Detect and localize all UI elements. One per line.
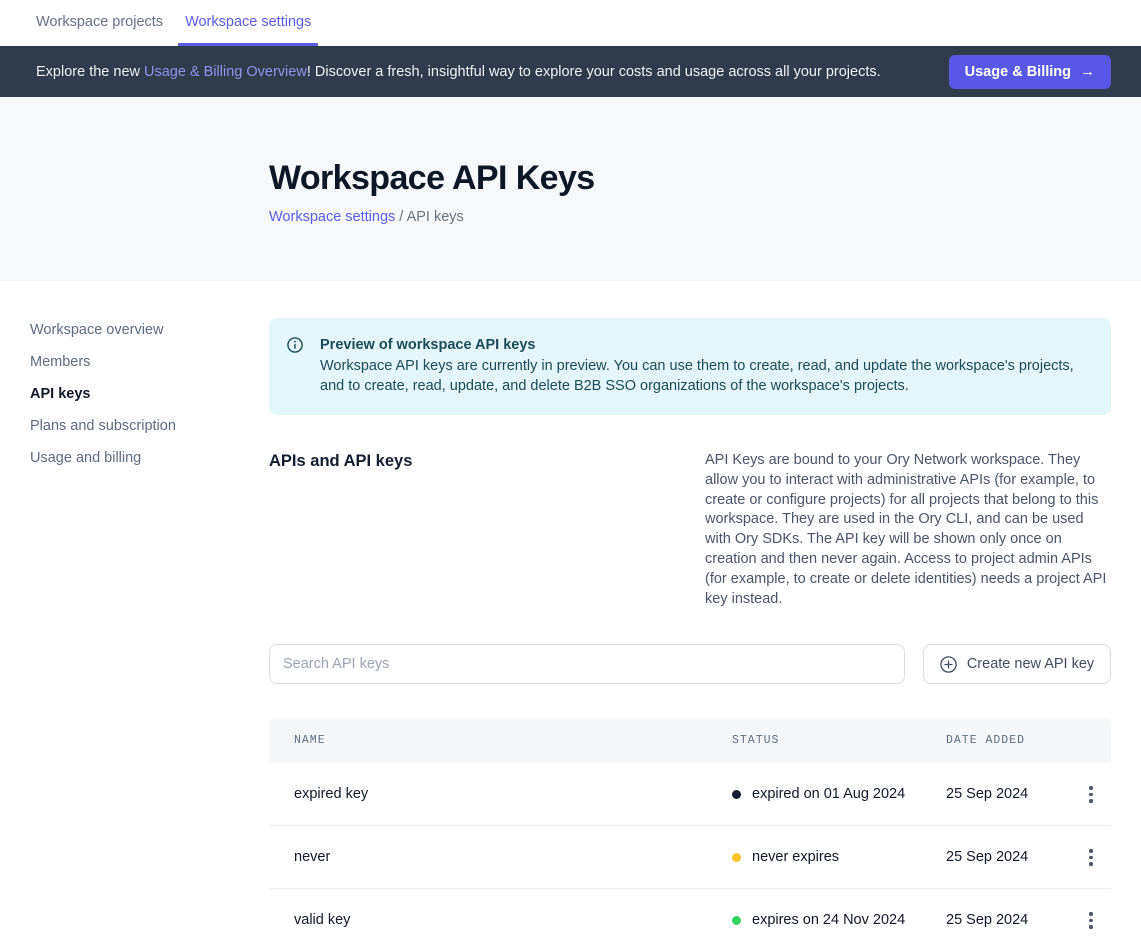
create-api-key-button[interactable]: Create new API key bbox=[923, 644, 1111, 684]
tab-workspace-settings[interactable]: Workspace settings bbox=[178, 0, 318, 46]
status-text: expires on 24 Nov 2024 bbox=[752, 912, 905, 928]
table-header-row: NAME STATUS DATE ADDED bbox=[269, 718, 1111, 763]
promo-banner: Explore the new Usage & Billing Overview… bbox=[0, 46, 1141, 97]
row-actions-kebab-icon[interactable] bbox=[1081, 780, 1101, 809]
preview-notice-title: Preview of workspace API keys bbox=[320, 335, 1091, 355]
usage-billing-button-label: Usage & Billing bbox=[965, 64, 1071, 80]
promo-text-before: Explore the new bbox=[36, 64, 144, 80]
breadcrumb-workspace-settings-link[interactable]: Workspace settings bbox=[269, 209, 395, 225]
sidebar-item-members[interactable]: Members bbox=[30, 352, 269, 372]
breadcrumb: Workspace settings / API keys bbox=[269, 209, 1141, 225]
api-key-status: expires on 24 Nov 2024 bbox=[732, 912, 946, 928]
status-text: never expires bbox=[752, 849, 839, 865]
column-header-status: STATUS bbox=[732, 734, 946, 747]
api-key-date-added: 25 Sep 2024 bbox=[946, 912, 1071, 928]
page-title: Workspace API Keys bbox=[269, 160, 1141, 196]
tab-workspace-projects[interactable]: Workspace projects bbox=[29, 0, 170, 46]
plus-circle-icon bbox=[940, 656, 957, 673]
usage-billing-overview-link[interactable]: Usage & Billing Overview bbox=[144, 64, 307, 80]
page-header: Workspace API Keys Workspace settings / … bbox=[0, 97, 1141, 281]
table-row: expired key expired on 01 Aug 2024 25 Se… bbox=[269, 763, 1111, 826]
preview-notice-content: Preview of workspace API keys Workspace … bbox=[320, 335, 1091, 396]
sidebar-item-api-keys[interactable]: API keys bbox=[30, 384, 269, 404]
api-key-name: never bbox=[269, 849, 732, 865]
table-row: never never expires 25 Sep 2024 bbox=[269, 826, 1111, 889]
arrow-right-icon: → bbox=[1080, 63, 1095, 80]
row-actions-kebab-icon[interactable] bbox=[1081, 906, 1101, 935]
column-header-date-added: DATE ADDED bbox=[946, 734, 1071, 747]
promo-banner-text: Explore the new Usage & Billing Overview… bbox=[36, 64, 881, 80]
api-key-status: expired on 01 Aug 2024 bbox=[732, 786, 946, 802]
table-row: valid key expires on 24 Nov 2024 25 Sep … bbox=[269, 889, 1111, 940]
sidebar-item-plans-and-subscription[interactable]: Plans and subscription bbox=[30, 416, 269, 436]
usage-billing-button[interactable]: Usage & Billing → bbox=[949, 55, 1111, 89]
api-keys-toolbar: Create new API key bbox=[269, 644, 1111, 684]
create-api-key-label: Create new API key bbox=[967, 656, 1094, 672]
status-dot bbox=[732, 916, 741, 925]
section-description: API Keys are bound to your Ory Network w… bbox=[705, 451, 1111, 609]
api-key-name: expired key bbox=[269, 786, 732, 802]
api-key-date-added: 25 Sep 2024 bbox=[946, 786, 1071, 802]
breadcrumb-separator: / bbox=[399, 209, 403, 225]
status-dot bbox=[732, 790, 741, 799]
section-heading: APIs and API keys bbox=[269, 451, 412, 609]
breadcrumb-current: API keys bbox=[407, 209, 464, 225]
info-icon bbox=[287, 337, 303, 353]
main-area: Workspace overview Members API keys Plan… bbox=[0, 281, 1141, 940]
sidebar-item-workspace-overview[interactable]: Workspace overview bbox=[30, 320, 269, 340]
search-input[interactable] bbox=[269, 644, 905, 684]
column-header-name: NAME bbox=[269, 734, 732, 747]
api-key-status: never expires bbox=[732, 849, 946, 865]
section-header-row: APIs and API keys API Keys are bound to … bbox=[269, 451, 1111, 609]
settings-sidebar: Workspace overview Members API keys Plan… bbox=[0, 281, 269, 480]
api-keys-table: NAME STATUS DATE ADDED expired key expir… bbox=[269, 718, 1111, 940]
top-navigation: Workspace projects Workspace settings bbox=[0, 0, 1141, 46]
preview-notice-body: Workspace API keys are currently in prev… bbox=[320, 356, 1091, 396]
preview-notice: Preview of workspace API keys Workspace … bbox=[269, 318, 1111, 415]
row-actions-kebab-icon[interactable] bbox=[1081, 843, 1101, 872]
status-text: expired on 01 Aug 2024 bbox=[752, 786, 905, 802]
api-key-date-added: 25 Sep 2024 bbox=[946, 849, 1071, 865]
status-dot bbox=[732, 853, 741, 862]
promo-text-after: ! Discover a fresh, insightful way to ex… bbox=[307, 64, 881, 80]
api-key-name: valid key bbox=[269, 912, 732, 928]
content-column: Preview of workspace API keys Workspace … bbox=[269, 281, 1111, 940]
sidebar-item-usage-and-billing[interactable]: Usage and billing bbox=[30, 448, 269, 468]
